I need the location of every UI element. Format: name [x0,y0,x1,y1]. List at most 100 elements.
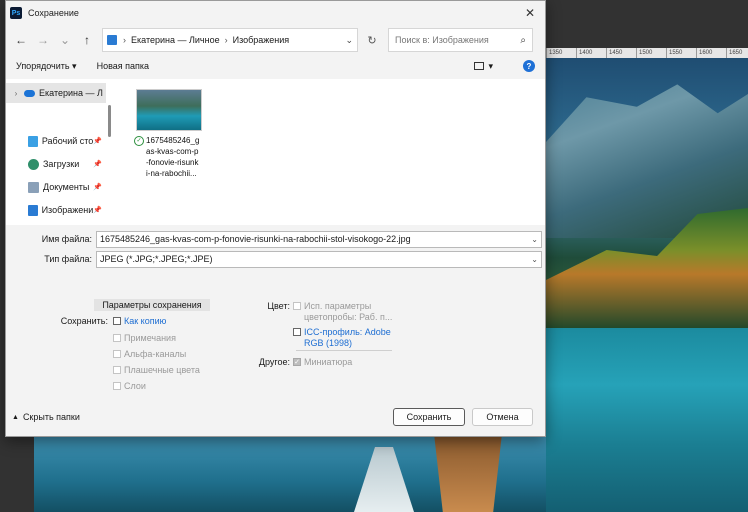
thumbnail-label: Миниатюра [304,357,353,367]
pin-icon: 📌 [93,207,102,214]
file-thumbnail [136,89,202,131]
search-input[interactable]: Поиск в: Изображения ⌕ [388,28,533,52]
sidebar-scrollbar[interactable] [108,105,111,137]
navigation-bar: ← → ⌄ ↑ › Екатерина — Личное › Изображен… [6,25,545,55]
search-icon: ⌕ [520,34,526,46]
ruler-tick: 1400 [576,48,606,58]
icc-option[interactable]: ICC-профиль: Adobe [293,327,391,337]
forward-icon[interactable]: → [32,33,54,47]
sidebar-item-label: Рабочий сто [41,136,94,146]
chevron-down-icon[interactable]: ⌄ [531,235,538,244]
sidebar-item-onedrive[interactable]: › Екатерина — Л [6,83,106,103]
breadcrumb-pictures[interactable]: Изображения [233,35,290,45]
chevron-down-icon[interactable]: ⌄ [531,255,538,264]
sidebar-item-downloads[interactable]: Загрузки 📌 [6,154,106,174]
file-name: ✓ 1675485246_g as-kvas-com-p -fonovie-ri… [134,135,208,179]
options-header: Параметры сохранения [94,299,210,311]
as-copy-checkbox[interactable] [113,317,121,325]
chevron-right-icon: › [123,35,126,45]
file-list: ✓ 1675485246_g as-kvas-com-p -fonovie-ri… [114,79,545,225]
breadcrumb-home[interactable]: Екатерина — Личное [131,35,220,45]
filename-label: Имя файла: [41,234,92,244]
chevron-right-icon: › [224,35,228,45]
filetype-select[interactable]: JPEG (*.JPG;*.JPEG;*.JPE) ⌄ [96,250,542,268]
new-folder-button[interactable]: Новая папка [97,61,149,71]
dialog-footer: ▲ Скрыть папки Сохранить Отмена [6,399,545,435]
notes-label: Примечания [124,333,176,343]
proof-label: Исп. параметры [304,301,372,311]
layers-label: Слои [124,381,146,391]
pin-icon: 📌 [93,138,102,145]
pin-icon: 📌 [93,184,102,191]
sidebar-item-documents[interactable]: Документы 📌 [6,177,106,197]
save-dialog: Ps Сохранение ✕ ← → ⌄ ↑ › Екатерина — Ли… [5,0,546,437]
command-bar: Упорядочить ▾ Новая папка ▾ ? [6,55,545,77]
sidebar-item-label: Екатерина — Л [39,88,103,98]
address-bar[interactable]: › Екатерина — Личное › Изображения ⌄ [102,28,358,52]
cloud-icon [24,89,35,97]
thumbnail-option: ✓ Миниатюра [293,357,352,367]
organize-button[interactable]: Упорядочить ▾ [16,61,77,72]
notes-option: Примечания [113,333,176,343]
pictures-icon [28,204,38,216]
sync-ok-icon: ✓ [134,136,144,146]
help-icon[interactable]: ? [523,60,535,72]
back-icon[interactable]: ← [10,33,32,47]
filetype-row: Тип файла: JPEG (*.JPG;*.JPEG;*.JPE) ⌄ [6,249,545,269]
file-name-line: -fonovie-risunk [146,158,199,167]
hide-folders-label: Скрыть папки [22,412,80,422]
filename-row: Имя файла: 1675485246_gas-kvas-com-p-fon… [6,229,545,249]
up-icon[interactable]: ↑ [76,33,98,47]
refresh-icon[interactable]: ↻ [360,28,384,52]
save-button[interactable]: Сохранить [393,408,465,426]
pictures-icon [107,35,117,45]
view-dropdown-icon[interactable]: ▾ [488,61,493,72]
ruler-tick: 1450 [606,48,636,58]
file-name-line: i-na-rabochii... [146,169,197,178]
chevron-right-icon[interactable]: › [10,89,22,98]
alpha-checkbox [113,350,121,358]
icc-checkbox[interactable] [293,328,301,336]
canvas-image [546,58,748,512]
sidebar-item-label: Загрузки [43,159,80,169]
other-label: Другое: [258,357,290,367]
as-copy-label: Как копию [124,316,167,326]
dock-shape [354,447,414,512]
boat-shape [434,437,502,512]
as-copy-option[interactable]: Как копию [113,316,166,326]
ruler-tick: 1600 [696,48,726,58]
desktop-icon [28,135,38,147]
title-bar: Ps Сохранение ✕ [6,1,545,25]
documents-icon [28,181,39,193]
view-icon[interactable] [474,62,485,70]
alpha-label: Альфа-каналы [124,349,187,359]
alpha-option: Альфа-каналы [113,349,186,359]
proof-label-line2: цветопробы: Раб. п... [304,312,393,322]
chevron-up-icon: ▲ [12,413,19,421]
filename-input[interactable]: 1675485246_gas-kvas-com-p-fonovie-risunk… [96,230,542,248]
proof-checkbox [293,302,301,310]
close-icon[interactable]: ✕ [515,6,545,20]
notes-checkbox [113,334,121,342]
spot-option: Плашечные цвета [113,365,200,375]
ruler-tick: 1500 [636,48,666,58]
file-name-line: 1675485246_g [146,136,200,145]
color-label: Цвет: [267,301,290,311]
sidebar-item-desktop[interactable]: Рабочий сто 📌 [6,131,106,151]
chevron-down-icon[interactable]: ⌄ [345,35,353,46]
pin-icon: 📌 [93,161,102,168]
hide-folders-button[interactable]: ▲ Скрыть папки [12,412,80,422]
file-name-line: as-kvas-com-p [146,147,199,156]
dialog-title: Сохранение [28,8,79,18]
icc-label-line2: RGB (1998) [304,338,353,348]
file-item[interactable]: ✓ 1675485246_g as-kvas-com-p -fonovie-ri… [134,89,208,179]
navigation-pane: › Екатерина — Л Рабочий сто 📌 Загрузки 📌… [6,79,108,225]
sidebar-item-pictures[interactable]: Изображени 📌 [6,200,106,220]
toolbar-right: ▾ ? [474,60,535,72]
save-options: Параметры сохранения Сохранить: Как копи… [6,299,545,394]
cancel-button[interactable]: Отмена [472,408,533,426]
recent-locations-icon[interactable]: ⌄ [54,33,76,47]
divider [296,350,392,351]
ruler-tick: 1650 [726,48,748,58]
icc-label: ICC-профиль: Adobe [304,327,391,337]
